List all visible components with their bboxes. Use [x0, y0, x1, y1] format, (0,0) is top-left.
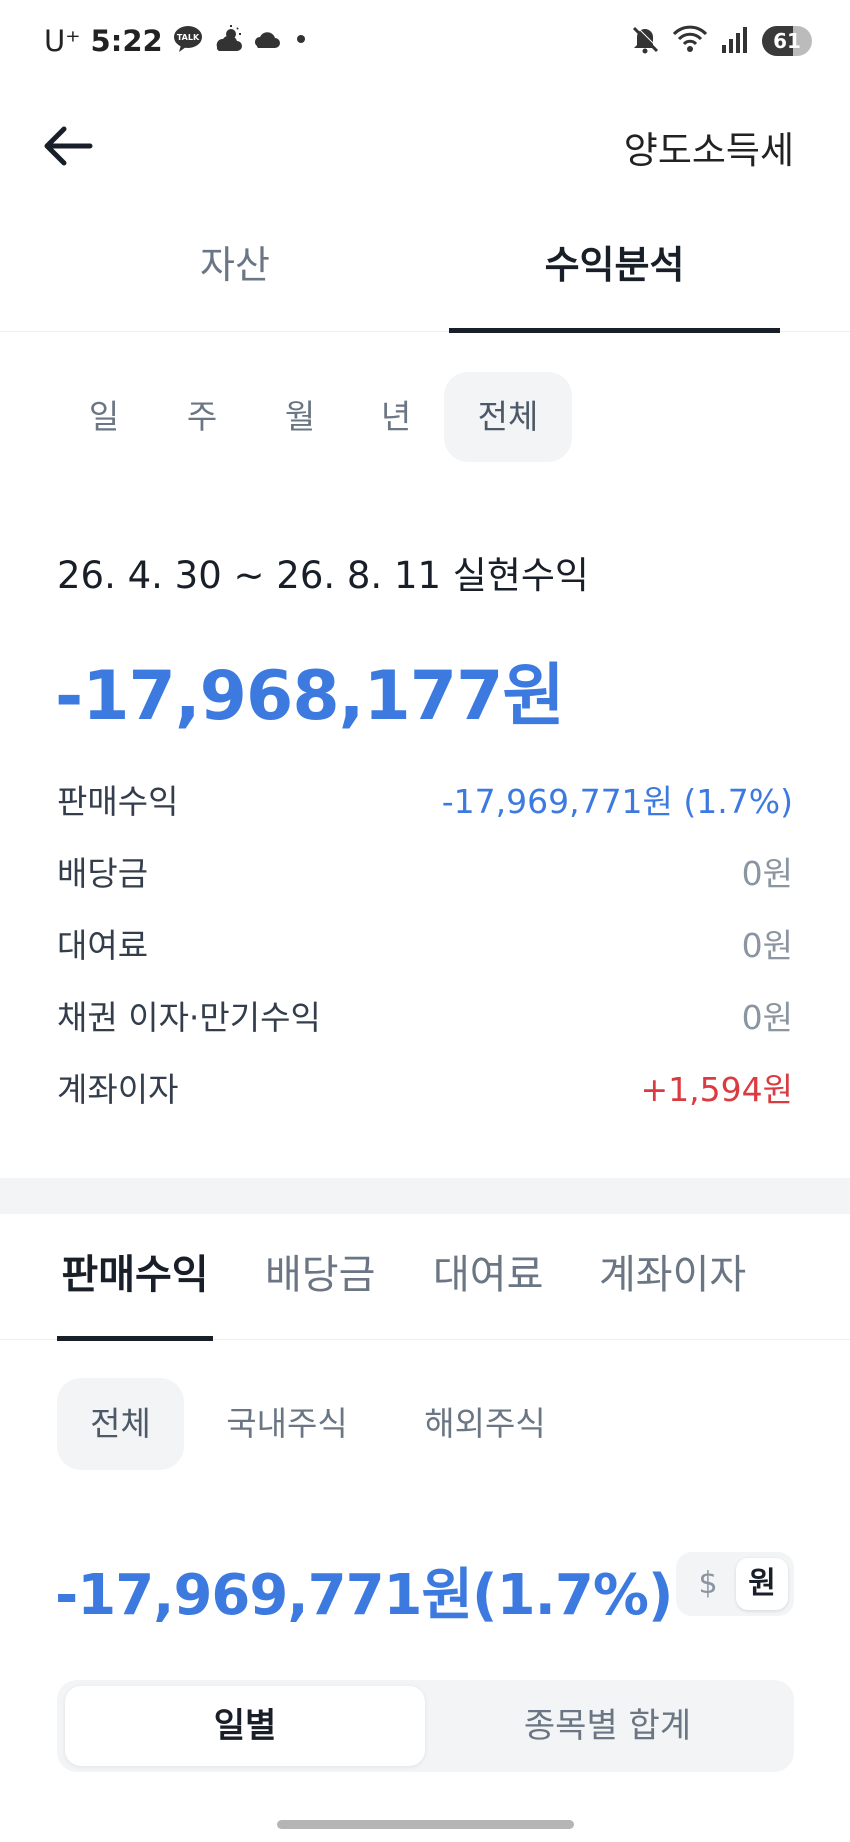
main-tabs: 자산 수익분석	[0, 230, 850, 333]
realized-profit-range-title: 26. 4. 30 ~ 26. 8. 11 실현수익	[57, 554, 589, 597]
status-bar-left: U⁺ 5:22 TALK	[44, 24, 311, 58]
clock-time: 5:22	[90, 24, 163, 58]
capital-gains-tax-link[interactable]: 양도소득세	[624, 120, 794, 174]
view-by-stock-option[interactable]: 종목별 합계	[429, 1686, 786, 1766]
market-chip-domestic[interactable]: 국내주식	[214, 1378, 360, 1470]
carrier-label: U⁺	[44, 24, 81, 58]
breakdown-row-bond-interest: 채권 이자·만기수익 0원	[57, 991, 793, 1041]
tab-dividend[interactable]: 배당금	[265, 1248, 375, 1340]
kakaotalk-icon: TALK	[173, 25, 203, 57]
currency-toggle: $ 원	[676, 1552, 794, 1616]
tab-sales-profit[interactable]: 판매수익	[57, 1248, 213, 1341]
status-bar: U⁺ 5:22 TALK 61	[0, 0, 850, 86]
cloud-icon	[253, 28, 281, 54]
breakdown-row-lending-fee: 대여료 0원	[57, 919, 793, 969]
breakdown-value: 0원	[741, 926, 793, 965]
period-chip-year[interactable]: 년	[364, 372, 428, 462]
tab-account-interest[interactable]: 계좌이자	[599, 1248, 746, 1340]
section-divider	[0, 1178, 850, 1214]
market-chip-overseas[interactable]: 해외주식	[412, 1378, 558, 1470]
notification-dot-icon	[291, 29, 311, 53]
tab-profit-analysis[interactable]: 수익분석	[449, 230, 780, 333]
currency-krw-option[interactable]: 원	[736, 1558, 788, 1610]
sales-profit-total: -17,969,771원(1.7%)	[55, 1563, 674, 1628]
arrow-left-icon	[44, 126, 93, 166]
wifi-icon	[672, 24, 708, 58]
tab-lending-fee[interactable]: 대여료	[433, 1248, 543, 1340]
breakdown-value: 0원	[741, 998, 793, 1037]
breakdown-label: 대여료	[57, 926, 149, 965]
breakdown-row-sales: 판매수익 -17,969,771원 (1.7%)	[57, 775, 793, 825]
mute-icon	[630, 24, 660, 58]
market-chip-all[interactable]: 전체	[57, 1378, 184, 1470]
back-button[interactable]	[40, 118, 96, 174]
breakdown-label: 판매수익	[57, 782, 179, 821]
period-chip-all[interactable]: 전체	[444, 372, 572, 462]
breakdown-row-account-interest: 계좌이자 +1,594원	[57, 1063, 793, 1113]
breakdown-row-dividend: 배당금 0원	[57, 847, 793, 897]
signal-icon	[720, 25, 750, 57]
realized-profit-total: -17,968,177원	[55, 657, 565, 736]
status-bar-right: 61	[630, 24, 812, 58]
currency-usd-option[interactable]: $	[682, 1558, 734, 1610]
breakdown-label: 배당금	[57, 854, 149, 893]
svg-text:TALK: TALK	[177, 33, 200, 42]
home-indicator[interactable]	[277, 1820, 574, 1829]
view-toggle: 일별 종목별 합계	[57, 1680, 794, 1772]
profit-type-tabs: 판매수익 배당금 대여료 계좌이자	[0, 1248, 850, 1341]
breakdown-value: -17,969,771원 (1.7%)	[441, 782, 793, 821]
tab-assets[interactable]: 자산	[70, 230, 400, 330]
period-chip-month[interactable]: 월	[268, 372, 332, 462]
breakdown-value: +1,594원	[640, 1070, 793, 1109]
period-chip-day[interactable]: 일	[72, 372, 136, 462]
period-chip-week[interactable]: 주	[170, 372, 234, 462]
breakdown-label: 계좌이자	[57, 1070, 179, 1109]
breakdown-label: 채권 이자·만기수익	[57, 998, 321, 1037]
partly-cloudy-icon	[213, 25, 243, 57]
breakdown-value: 0원	[741, 854, 793, 893]
battery-icon: 61	[762, 26, 812, 56]
view-daily-option[interactable]: 일별	[65, 1686, 425, 1766]
battery-level: 61	[773, 29, 801, 53]
